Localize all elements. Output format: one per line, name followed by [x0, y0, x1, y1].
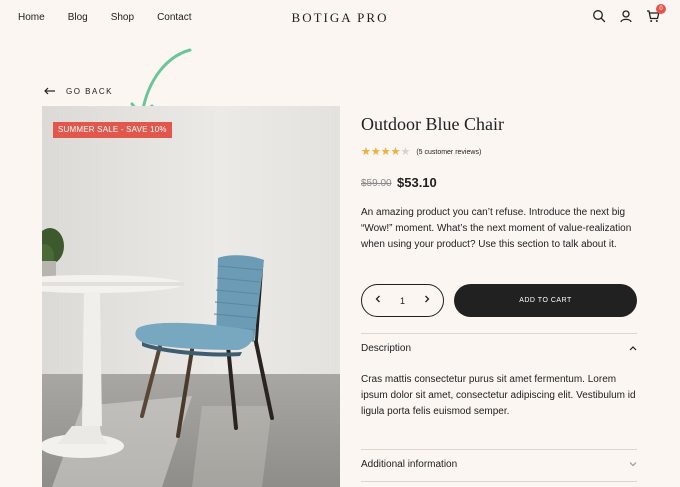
divider: [361, 449, 637, 450]
accordion-additional-header[interactable]: Additional information: [361, 459, 637, 470]
chevron-right-icon[interactable]: [423, 295, 431, 306]
user-icon[interactable]: [619, 9, 633, 23]
divider: [361, 333, 637, 334]
price-new: $53.10: [397, 175, 437, 190]
cart-count-badge: 0: [656, 4, 666, 14]
accordion-description-title: Description: [361, 343, 412, 354]
price-old: $59.00: [361, 178, 392, 189]
chair-photo: [42, 106, 340, 487]
search-icon[interactable]: [592, 9, 606, 23]
accordion-description-header[interactable]: Description: [361, 343, 637, 354]
accordion-additional-title: Additional information: [361, 459, 458, 470]
site-logo[interactable]: BOTIGA PRO: [0, 10, 680, 26]
rating-stars: ★★★★★ ★★★★★: [361, 146, 411, 158]
product-image[interactable]: [42, 106, 340, 487]
quantity-stepper: 1: [361, 284, 444, 317]
chevron-up-icon: [629, 343, 637, 354]
product-rating: ★★★★★ ★★★★★ (5 customer reviews): [361, 147, 481, 158]
product-description: An amazing product you can’t refuse. Int…: [361, 207, 632, 250]
arrow-left-icon: [44, 82, 56, 100]
header-icons: 0: [592, 4, 666, 23]
reviews-link[interactable]: (5 customer reviews): [416, 149, 481, 156]
go-back-link[interactable]: GO BACK: [44, 82, 113, 100]
sale-badge: SUMMER SALE - SAVE 10%: [53, 122, 172, 138]
divider: [361, 481, 637, 482]
quantity-value[interactable]: 1: [400, 296, 405, 306]
product-title: Outdoor Blue Chair: [361, 114, 504, 134]
cart-icon[interactable]: 0: [646, 4, 666, 23]
chevron-left-icon[interactable]: [374, 295, 382, 306]
chevron-down-icon: [629, 459, 637, 470]
add-to-cart-button[interactable]: ADD TO CART: [454, 284, 637, 317]
accordion-description-body: Cras mattis consectetur purus sit amet f…: [361, 374, 636, 417]
go-back-label: GO BACK: [66, 86, 113, 96]
